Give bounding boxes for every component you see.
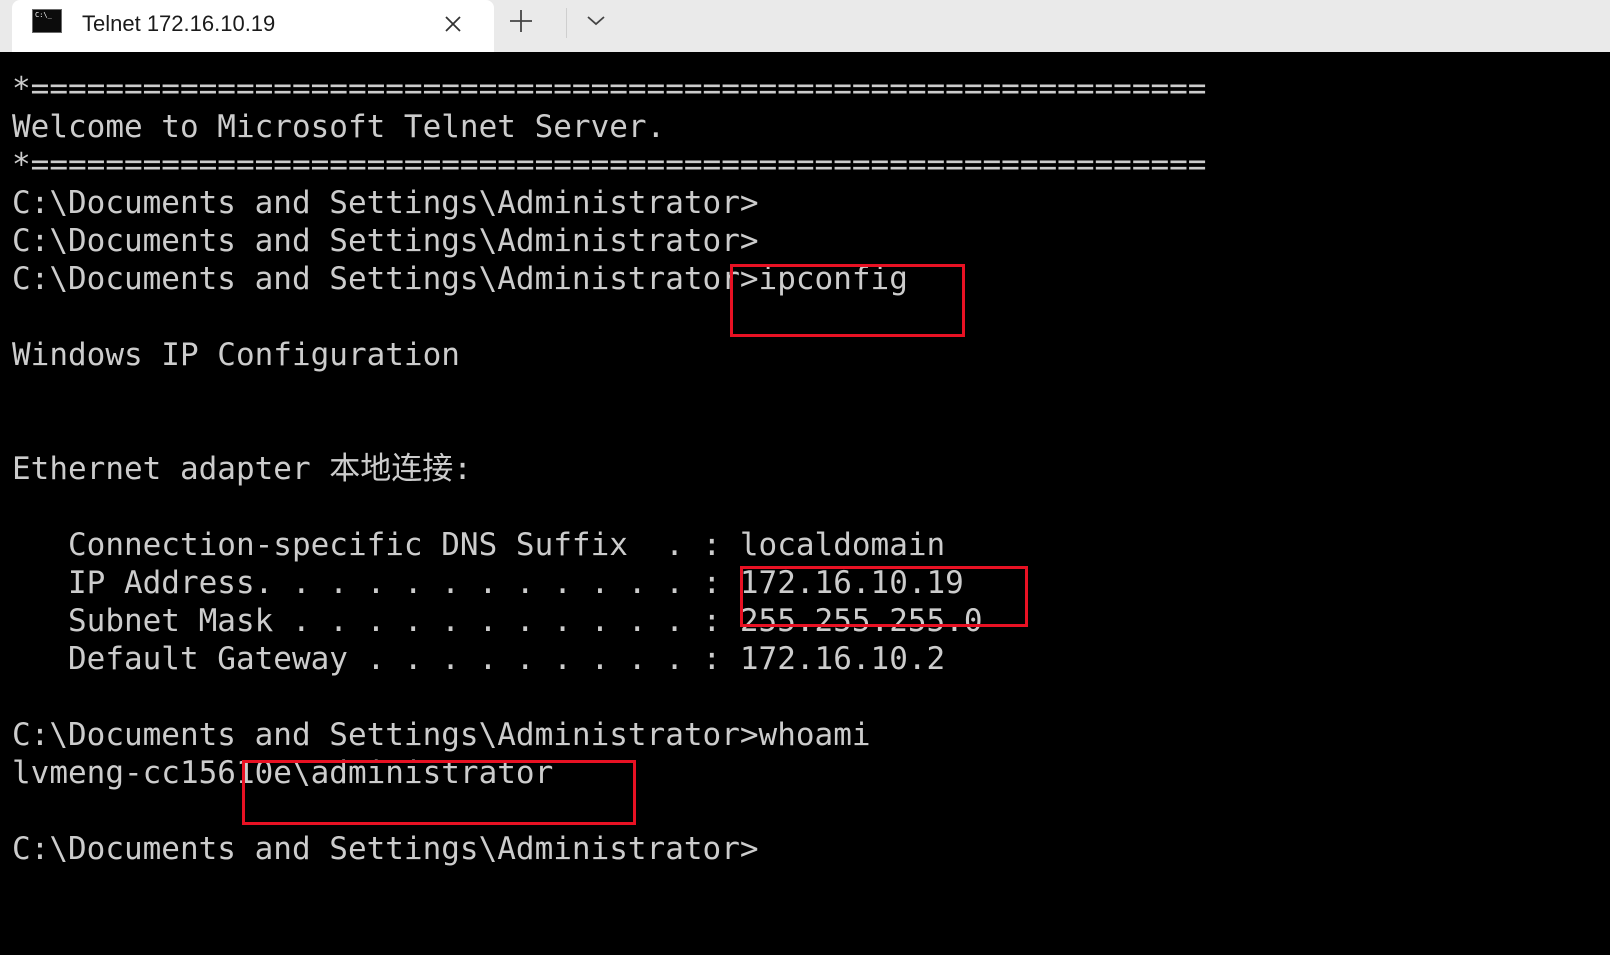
tab-separator (566, 8, 567, 38)
terminal-line: Subnet Mask . . . . . . . . . . . : 255.… (12, 603, 983, 639)
terminal-line: Windows IP Configuration (12, 337, 460, 373)
terminal-line: C:\Documents and Settings\Administrator> (12, 831, 759, 867)
terminal-line: Welcome to Microsoft Telnet Server. (12, 109, 666, 145)
terminal-line: *=======================================… (12, 147, 1207, 183)
close-icon (445, 16, 461, 32)
close-tab-button[interactable] (437, 8, 469, 40)
terminal-line: C:\Documents and Settings\Administrator> (12, 223, 759, 259)
tab-telnet[interactable]: C:\_ Telnet 172.16.10.19 (12, 0, 494, 52)
cmd-terminal-icon-glyph: C:\_ (35, 11, 52, 19)
chevron-down-icon (587, 16, 605, 26)
terminal-line: *=======================================… (12, 71, 1207, 107)
terminal-line: C:\Documents and Settings\Administrator> (12, 185, 759, 221)
tab-title: Telnet 172.16.10.19 (82, 11, 276, 36)
plus-icon (510, 10, 532, 32)
terminal-output[interactable]: *=======================================… (0, 52, 1610, 955)
terminal-line: Connection-specific DNS Suffix . : local… (12, 527, 946, 563)
terminal-line: Default Gateway . . . . . . . . . : 172.… (12, 641, 946, 677)
terminal-line: lvmeng-cc15610e\administrator (12, 755, 554, 791)
terminal-line: C:\Documents and Settings\Administrator>… (12, 717, 871, 753)
tab-dropdown-button[interactable] (574, 4, 618, 42)
terminal-line: IP Address. . . . . . . . . . . . : 172.… (12, 565, 964, 601)
terminal-line: Ethernet adapter 本地连接: (12, 451, 472, 487)
tab-bar: C:\_ Telnet 172.16.10.19 (0, 0, 1610, 52)
new-tab-button[interactable] (500, 4, 546, 42)
terminal-line: C:\Documents and Settings\Administrator>… (12, 261, 908, 297)
cmd-terminal-icon: C:\_ (32, 9, 62, 33)
terminal-window: C:\_ Telnet 172.16.10.19 *==============… (0, 0, 1610, 955)
